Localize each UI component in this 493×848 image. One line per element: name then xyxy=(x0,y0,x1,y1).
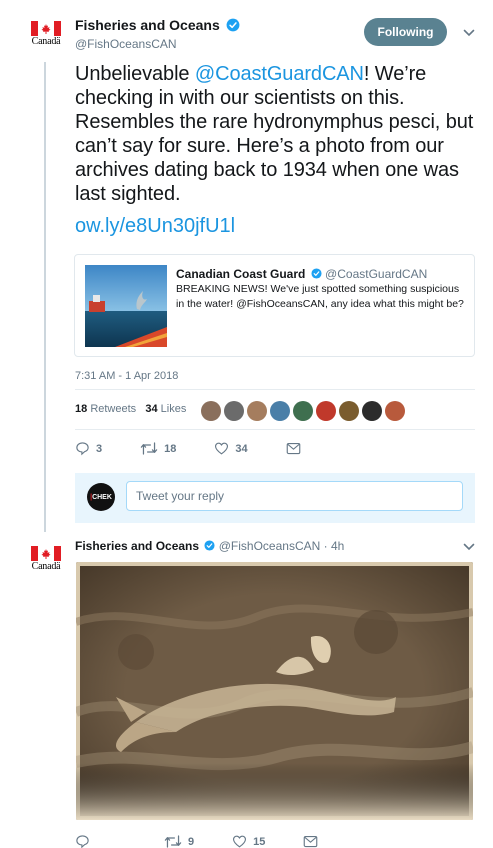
quoted-tweet-image[interactable] xyxy=(85,265,167,347)
mention-link[interactable]: @CoastGuardCAN xyxy=(195,63,364,85)
liker-avatar[interactable] xyxy=(385,401,405,421)
tweet-timestamp[interactable]: 7:31 AM - 1 Apr 2018 xyxy=(75,370,178,382)
chevron-down-icon[interactable] xyxy=(462,540,476,554)
retweet-icon xyxy=(140,442,158,455)
divider xyxy=(75,429,475,430)
author-avatar[interactable]: Canadä xyxy=(28,21,64,47)
like-count: 15 xyxy=(253,835,266,848)
reply-author-avatar[interactable]: Canadä xyxy=(28,546,64,572)
reply-input[interactable]: Tweet your reply xyxy=(126,481,463,511)
reply-time[interactable]: 4h xyxy=(331,539,344,553)
like-button[interactable]: 34 xyxy=(214,441,248,456)
archive-photo[interactable] xyxy=(76,562,473,820)
reply-button[interactable] xyxy=(75,834,96,848)
liker-avatar[interactable] xyxy=(224,401,244,421)
retweet-button[interactable]: 9 xyxy=(164,834,194,848)
author-handle[interactable]: @FishOceansCAN xyxy=(75,37,177,51)
divider xyxy=(75,389,475,390)
canada-wordmark: Canadä xyxy=(31,36,61,47)
tweet-link[interactable]: ow.ly/e8Un30jfU1l xyxy=(75,215,235,238)
thread-line xyxy=(44,62,46,532)
reply-icon xyxy=(76,835,89,848)
liker-avatar[interactable] xyxy=(270,401,290,421)
reply-author-handle[interactable]: @FishOceansCAN xyxy=(219,539,321,553)
retweets-stat[interactable]: 18 Retweets xyxy=(75,403,136,415)
liker-avatar[interactable] xyxy=(201,401,221,421)
heart-icon xyxy=(233,835,247,848)
like-count: 34 xyxy=(235,442,248,455)
retweet-count: 18 xyxy=(164,442,177,455)
liker-avatar[interactable] xyxy=(362,401,382,421)
engagement-stats: 18 Retweets 34 Likes xyxy=(75,403,186,415)
liker-avatars xyxy=(201,401,405,421)
reply-tweet-actions: 9 15 xyxy=(75,834,356,848)
retweet-button[interactable]: 18 xyxy=(140,441,176,456)
verified-badge-icon xyxy=(226,18,240,32)
canada-flag-icon xyxy=(31,546,61,561)
current-user-avatar[interactable]: | CHEK xyxy=(87,483,115,511)
tweet-text: Unbelievable @CoastGuardCAN! We’re check… xyxy=(75,62,480,206)
reply-count: 3 xyxy=(96,442,103,455)
liker-avatar[interactable] xyxy=(293,401,313,421)
quoted-author-handle[interactable]: @CoastGuardCAN xyxy=(325,267,427,281)
liker-avatar[interactable] xyxy=(316,401,336,421)
quoted-tweet-card[interactable]: Canadian Coast Guard @CoastGuardCAN BREA… xyxy=(74,254,475,357)
reply-tweet-header: Fisheries and Oceans @FishOceansCAN · 4h xyxy=(75,539,344,553)
canada-wordmark: Canadä xyxy=(31,561,61,572)
direct-message-button[interactable] xyxy=(286,442,301,455)
author-name[interactable]: Fisheries and Oceans xyxy=(75,17,220,33)
liker-avatar[interactable] xyxy=(339,401,359,421)
reply-button[interactable]: 3 xyxy=(75,441,102,456)
retweet-icon xyxy=(164,835,182,848)
tweet-text-start: Unbelievable xyxy=(75,63,195,85)
quoted-tweet-text: BREAKING NEWS! We've just spotted someth… xyxy=(176,283,464,310)
liker-avatar[interactable] xyxy=(247,401,267,421)
chevron-down-icon[interactable] xyxy=(462,26,476,40)
avatar-text: CHEK xyxy=(92,493,112,501)
verified-badge-icon xyxy=(311,268,322,279)
retweet-count: 9 xyxy=(188,835,195,848)
following-button[interactable]: Following xyxy=(364,18,447,46)
tweet-actions: 3 18 34 xyxy=(75,441,339,456)
envelope-icon xyxy=(286,442,300,455)
verified-badge-icon xyxy=(204,540,215,551)
like-button[interactable]: 15 xyxy=(232,834,265,848)
envelope-icon xyxy=(304,835,318,848)
direct-message-button[interactable] xyxy=(303,835,318,848)
reply-composer: | CHEK Tweet your reply xyxy=(75,473,475,523)
author-name-row[interactable]: Fisheries and Oceans xyxy=(75,17,240,33)
quoted-author[interactable]: Canadian Coast Guard @CoastGuardCAN xyxy=(176,267,427,281)
reply-author-name[interactable]: Fisheries and Oceans xyxy=(75,539,199,553)
separator-dot: · xyxy=(323,539,328,553)
likes-stat[interactable]: 34 Likes xyxy=(145,403,186,415)
heart-icon xyxy=(215,442,229,455)
canada-flag-icon xyxy=(31,21,61,36)
reply-icon xyxy=(76,442,89,456)
quoted-author-name[interactable]: Canadian Coast Guard xyxy=(176,267,305,281)
